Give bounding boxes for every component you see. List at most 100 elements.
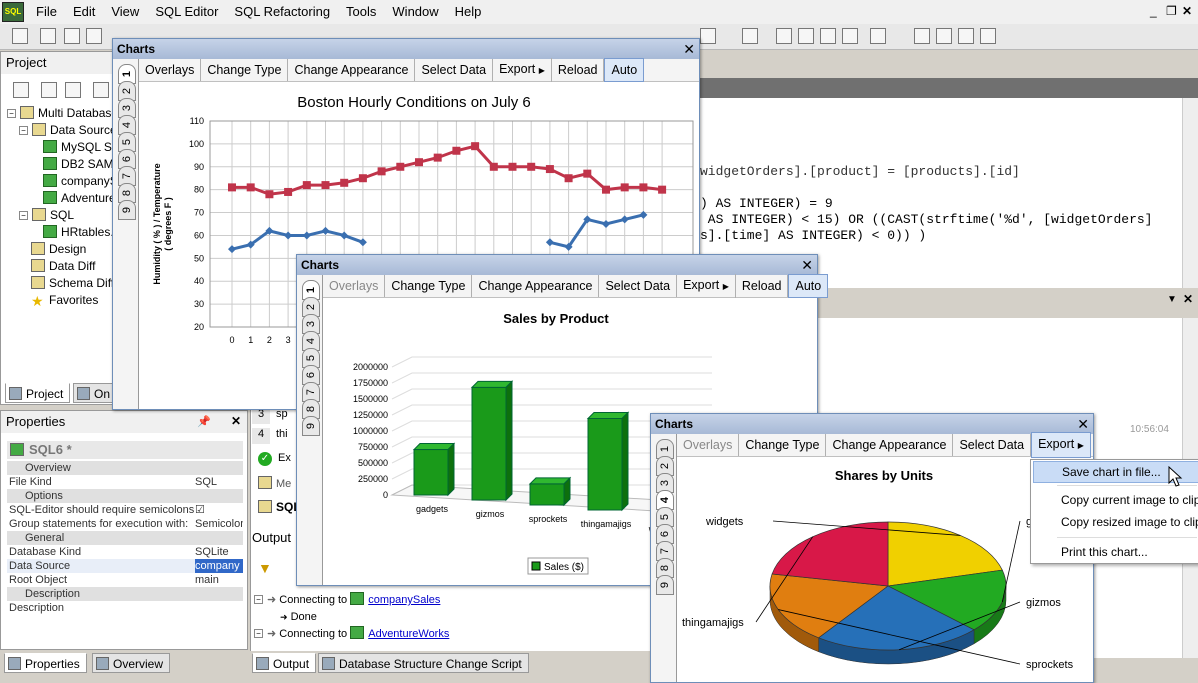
tool-icon[interactable] <box>700 28 716 44</box>
change-type-button[interactable]: Change Type <box>201 59 289 81</box>
tool-icon[interactable] <box>65 82 81 98</box>
tool-icon[interactable] <box>798 28 814 44</box>
property-category[interactable]: Description <box>7 587 243 601</box>
tool-icon[interactable] <box>914 28 930 44</box>
print-chart-menu-item[interactable]: Print this chart... <box>1061 542 1148 562</box>
tree-item[interactable]: ★ Favorites <box>31 292 98 308</box>
close-icon[interactable]: ✕ <box>1182 4 1192 18</box>
copy-resized-image-menu-item[interactable]: Copy resized image to clip <box>1061 512 1198 532</box>
property-row[interactable]: Group statements for execution with: Semi… <box>7 517 243 531</box>
property-row[interactable]: Database Kind SQLite <box>7 545 243 559</box>
overlays-button[interactable]: Overlays <box>677 434 740 456</box>
tool-icon[interactable] <box>41 82 57 98</box>
property-row[interactable]: File Kind SQL <box>7 475 243 489</box>
change-appearance-button[interactable]: Change Appearance <box>288 59 416 81</box>
reload-button[interactable]: Reload <box>552 59 605 81</box>
tree-item[interactable]: Adventure <box>43 190 116 206</box>
select-data-button[interactable]: Select Data <box>953 434 1032 456</box>
pin-icon[interactable]: 📌 <box>197 415 211 428</box>
tree-item[interactable]: Design <box>31 241 86 257</box>
tool-icon[interactable] <box>40 28 56 44</box>
menu-edit[interactable]: Edit <box>65 0 103 24</box>
close-icon[interactable]: ✕ <box>683 39 695 59</box>
tree-item[interactable]: − Multi Database <box>7 105 118 121</box>
tab-project[interactable]: Project <box>5 383 71 403</box>
sql-tab[interactable]: SQL <box>258 500 301 514</box>
data-point <box>527 162 536 171</box>
menu-tools[interactable]: Tools <box>338 0 384 24</box>
editor-scrollbar[interactable] <box>1182 98 1198 288</box>
menu-help[interactable]: Help <box>447 0 490 24</box>
tree-item[interactable]: Schema Diff <box>31 275 114 291</box>
menu-sql-editor[interactable]: SQL Editor <box>147 0 226 24</box>
tree-item[interactable]: HRtables.s <box>43 224 120 240</box>
tab-properties[interactable]: Properties <box>4 653 87 673</box>
tree-item[interactable]: companyS <box>43 173 118 189</box>
menu-sql-refactoring[interactable]: SQL Refactoring <box>226 0 338 24</box>
chart-tab-9[interactable]: 9 <box>302 416 320 436</box>
tab-overview[interactable]: Overview <box>92 653 171 673</box>
property-category[interactable]: Options <box>7 489 243 503</box>
change-type-button[interactable]: Change Type <box>385 275 473 297</box>
tree-item[interactable]: DB2 SAMP <box>43 156 122 172</box>
output-link[interactable]: AdventureWorks <box>368 628 449 640</box>
export-button[interactable]: Export ▶ <box>677 274 736 298</box>
change-appearance-button[interactable]: Change Appearance <box>826 434 954 456</box>
tab-db-structure-change-script[interactable]: Database Structure Change Script <box>318 653 529 673</box>
export-button[interactable]: Export ▶ <box>1031 432 1091 458</box>
tree-item[interactable]: Data Diff <box>31 258 95 274</box>
tab-online[interactable]: On <box>73 383 118 403</box>
property-row[interactable]: SQL-Editor should require semicolons ☑ <box>7 503 243 517</box>
minimize-icon[interactable]: _ <box>1150 4 1157 18</box>
restore-icon[interactable]: ❐ <box>1166 4 1177 18</box>
close-icon[interactable]: ✕ <box>801 255 813 275</box>
tool-icon[interactable] <box>936 28 952 44</box>
chart-tab-9[interactable]: 9 <box>656 575 674 595</box>
messages-tab[interactable]: Me <box>258 476 291 490</box>
property-category[interactable]: Overview <box>7 461 243 475</box>
tree-item[interactable]: MySQL Sa <box>43 139 119 155</box>
output-link[interactable]: companySales <box>368 594 440 606</box>
tool-icon[interactable] <box>12 28 28 44</box>
export-button[interactable]: Export ▶ <box>493 58 552 82</box>
change-type-button[interactable]: Change Type <box>739 434 827 456</box>
tool-icon[interactable] <box>86 28 102 44</box>
tool-icon[interactable] <box>820 28 836 44</box>
property-row[interactable]: Data Source company <box>7 559 243 573</box>
tab-output[interactable]: Output <box>252 653 317 673</box>
tool-icon[interactable] <box>980 28 996 44</box>
auto-button[interactable]: Auto <box>604 58 645 82</box>
copy-current-image-menu-item[interactable]: Copy current image to clip <box>1061 490 1198 510</box>
tool-icon[interactable] <box>842 28 858 44</box>
tool-icon[interactable] <box>13 82 29 98</box>
tree-item[interactable]: − SQL <box>19 207 74 223</box>
close-icon[interactable]: ✕ <box>231 414 241 428</box>
property-category[interactable]: General <box>7 531 243 545</box>
tool-icon[interactable] <box>64 28 80 44</box>
tool-icon[interactable] <box>93 82 109 98</box>
property-row[interactable]: Description <box>7 601 243 615</box>
dropdown-icon[interactable]: ▼ <box>1167 294 1177 305</box>
property-row[interactable]: Root Object main <box>7 573 243 587</box>
menu-view[interactable]: View <box>103 0 147 24</box>
close-icon[interactable]: ✕ <box>1183 292 1193 306</box>
change-appearance-button[interactable]: Change Appearance <box>472 275 600 297</box>
chart-tabs: 123456789 <box>651 434 677 682</box>
tool-icon[interactable] <box>958 28 974 44</box>
tool-icon[interactable] <box>776 28 792 44</box>
reload-button[interactable]: Reload <box>736 275 789 297</box>
menu-file[interactable]: File <box>28 0 65 24</box>
filter-icon[interactable]: ▼ <box>258 560 272 576</box>
data-point <box>602 185 610 194</box>
tool-icon[interactable] <box>742 28 758 44</box>
auto-button[interactable]: Auto <box>788 274 829 298</box>
chart-tab-9[interactable]: 9 <box>118 200 136 220</box>
menu-window[interactable]: Window <box>384 0 446 24</box>
tool-icon[interactable] <box>870 28 886 44</box>
overlays-button[interactable]: Overlays <box>139 59 202 81</box>
tree-item[interactable]: − Data Sources <box>19 122 123 138</box>
select-data-button[interactable]: Select Data <box>599 275 678 297</box>
overlays-button[interactable]: Overlays <box>323 275 386 297</box>
close-icon[interactable]: ✕ <box>1077 414 1089 434</box>
select-data-button[interactable]: Select Data <box>415 59 494 81</box>
